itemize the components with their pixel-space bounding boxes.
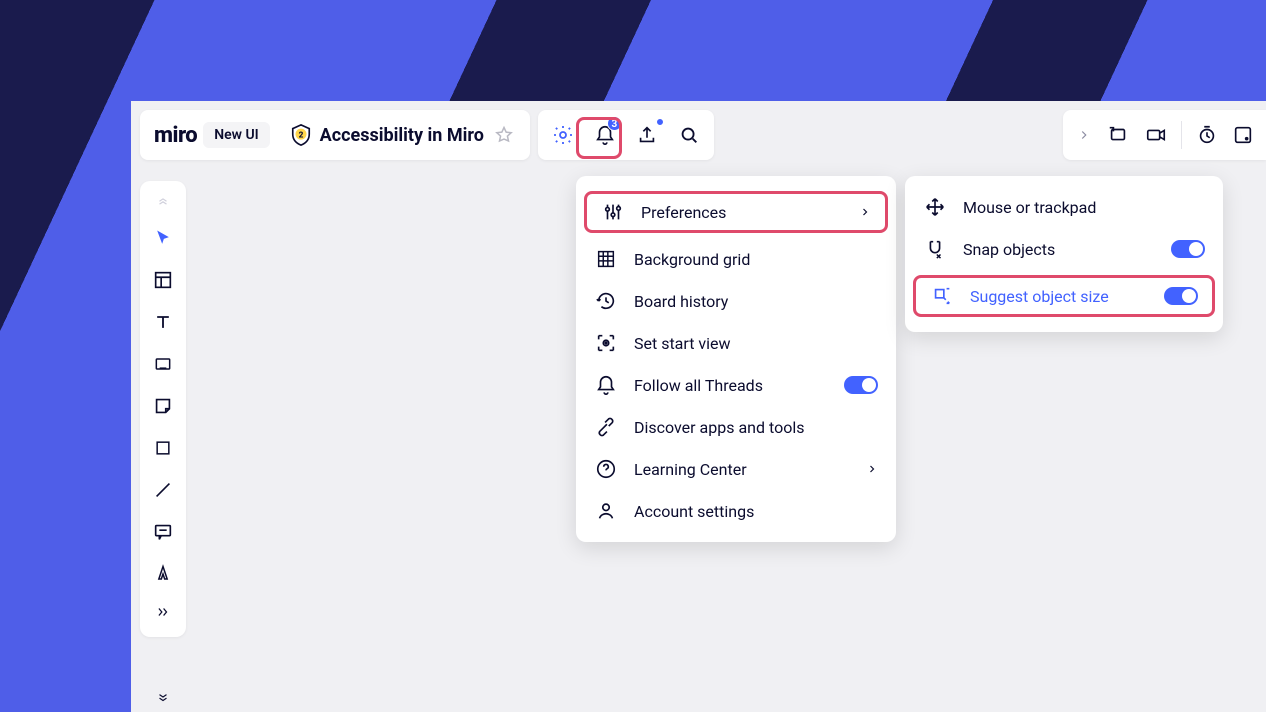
favorite-star-icon[interactable] — [494, 125, 514, 145]
select-tool[interactable] — [140, 217, 186, 259]
menu-item-label: Board history — [634, 292, 878, 311]
menu-item-label: Background grid — [634, 250, 878, 269]
start-view-icon — [594, 332, 618, 354]
card-tool[interactable] — [140, 343, 186, 385]
menu-item-label: Account settings — [634, 502, 878, 521]
settings-menu: Preferences Background grid Board histor… — [576, 176, 896, 542]
expand-apps-icon[interactable] — [140, 683, 186, 711]
menu-item-label: Set start view — [634, 334, 878, 353]
comment-tool[interactable] — [140, 511, 186, 553]
hide-button[interactable] — [1069, 110, 1099, 160]
search-button[interactable] — [668, 110, 710, 160]
line-tool[interactable] — [140, 469, 186, 511]
menu-item-follow-threads[interactable]: Follow all Threads — [576, 364, 896, 406]
templates-tool[interactable] — [140, 259, 186, 301]
user-icon — [594, 500, 618, 522]
svg-text:2: 2 — [298, 131, 303, 141]
timer-button[interactable] — [1188, 110, 1226, 160]
topbar-left-panel: miro New UI 2 Accessibility in Miro — [140, 110, 530, 160]
submenu-item-snap-objects[interactable]: Snap objects — [905, 228, 1223, 270]
menu-item-preferences[interactable]: Preferences — [584, 191, 888, 233]
move-icon — [923, 196, 947, 218]
bell-icon — [594, 374, 618, 396]
logo: miro — [140, 123, 201, 148]
menu-item-set-start-view[interactable]: Set start view — [576, 322, 896, 364]
chevron-right-icon — [859, 206, 871, 218]
help-icon — [594, 458, 618, 480]
follow-threads-toggle[interactable] — [844, 376, 878, 394]
sticky-note-tool[interactable] — [140, 385, 186, 427]
menu-item-learning-center[interactable]: Learning Center — [576, 448, 896, 490]
menu-item-background-grid[interactable]: Background grid — [576, 238, 896, 280]
shield-badge-icon[interactable]: 2 — [290, 124, 312, 146]
text-tool[interactable] — [140, 301, 186, 343]
submenu-item-label: Snap objects — [963, 240, 1155, 259]
presentation-button[interactable] — [1099, 110, 1137, 160]
submenu-item-label: Mouse or trackpad — [963, 198, 1205, 217]
export-button[interactable] — [626, 110, 668, 160]
submenu-item-suggest-size[interactable]: Suggest object size — [913, 275, 1215, 317]
menu-item-board-history[interactable]: Board history — [576, 280, 896, 322]
notification-count-badge: 3 — [607, 116, 622, 131]
submenu-item-mouse-trackpad[interactable]: Mouse or trackpad — [905, 186, 1223, 228]
left-toolbar — [140, 181, 186, 637]
snap-icon — [923, 238, 947, 260]
chevron-right-icon — [866, 463, 878, 475]
export-indicator-dot — [656, 118, 664, 126]
snap-objects-toggle[interactable] — [1171, 240, 1205, 258]
sliders-icon — [601, 201, 625, 223]
grid-icon — [594, 248, 618, 270]
menu-item-account-settings[interactable]: Account settings — [576, 490, 896, 532]
topbar-right-panel — [1063, 110, 1266, 160]
submenu-item-label: Suggest object size — [970, 287, 1148, 306]
apps-button[interactable] — [1226, 110, 1260, 160]
new-ui-pill[interactable]: New UI — [203, 122, 269, 148]
menu-item-label: Learning Center — [634, 460, 850, 479]
plug-icon — [594, 416, 618, 438]
menu-item-label: Discover apps and tools — [634, 418, 878, 437]
settings-button[interactable] — [542, 110, 584, 160]
shape-tool[interactable] — [140, 427, 186, 469]
menu-item-label: Follow all Threads — [634, 376, 828, 395]
more-tools[interactable] — [140, 595, 186, 629]
board-title[interactable]: Accessibility in Miro — [320, 125, 484, 146]
video-button[interactable] — [1137, 110, 1175, 160]
suggest-size-toggle[interactable] — [1164, 287, 1198, 305]
suggest-size-icon — [930, 285, 954, 307]
collapse-up-icon[interactable] — [140, 189, 186, 217]
pen-tool[interactable] — [140, 553, 186, 595]
notifications-button[interactable]: 3 — [584, 110, 626, 160]
history-icon — [594, 290, 618, 312]
separator — [1181, 121, 1182, 149]
topbar-actions-panel: 3 — [538, 110, 714, 160]
menu-item-label: Preferences — [641, 203, 843, 222]
preferences-submenu: Mouse or trackpad Snap objects Suggest o… — [905, 176, 1223, 332]
menu-item-discover-apps[interactable]: Discover apps and tools — [576, 406, 896, 448]
